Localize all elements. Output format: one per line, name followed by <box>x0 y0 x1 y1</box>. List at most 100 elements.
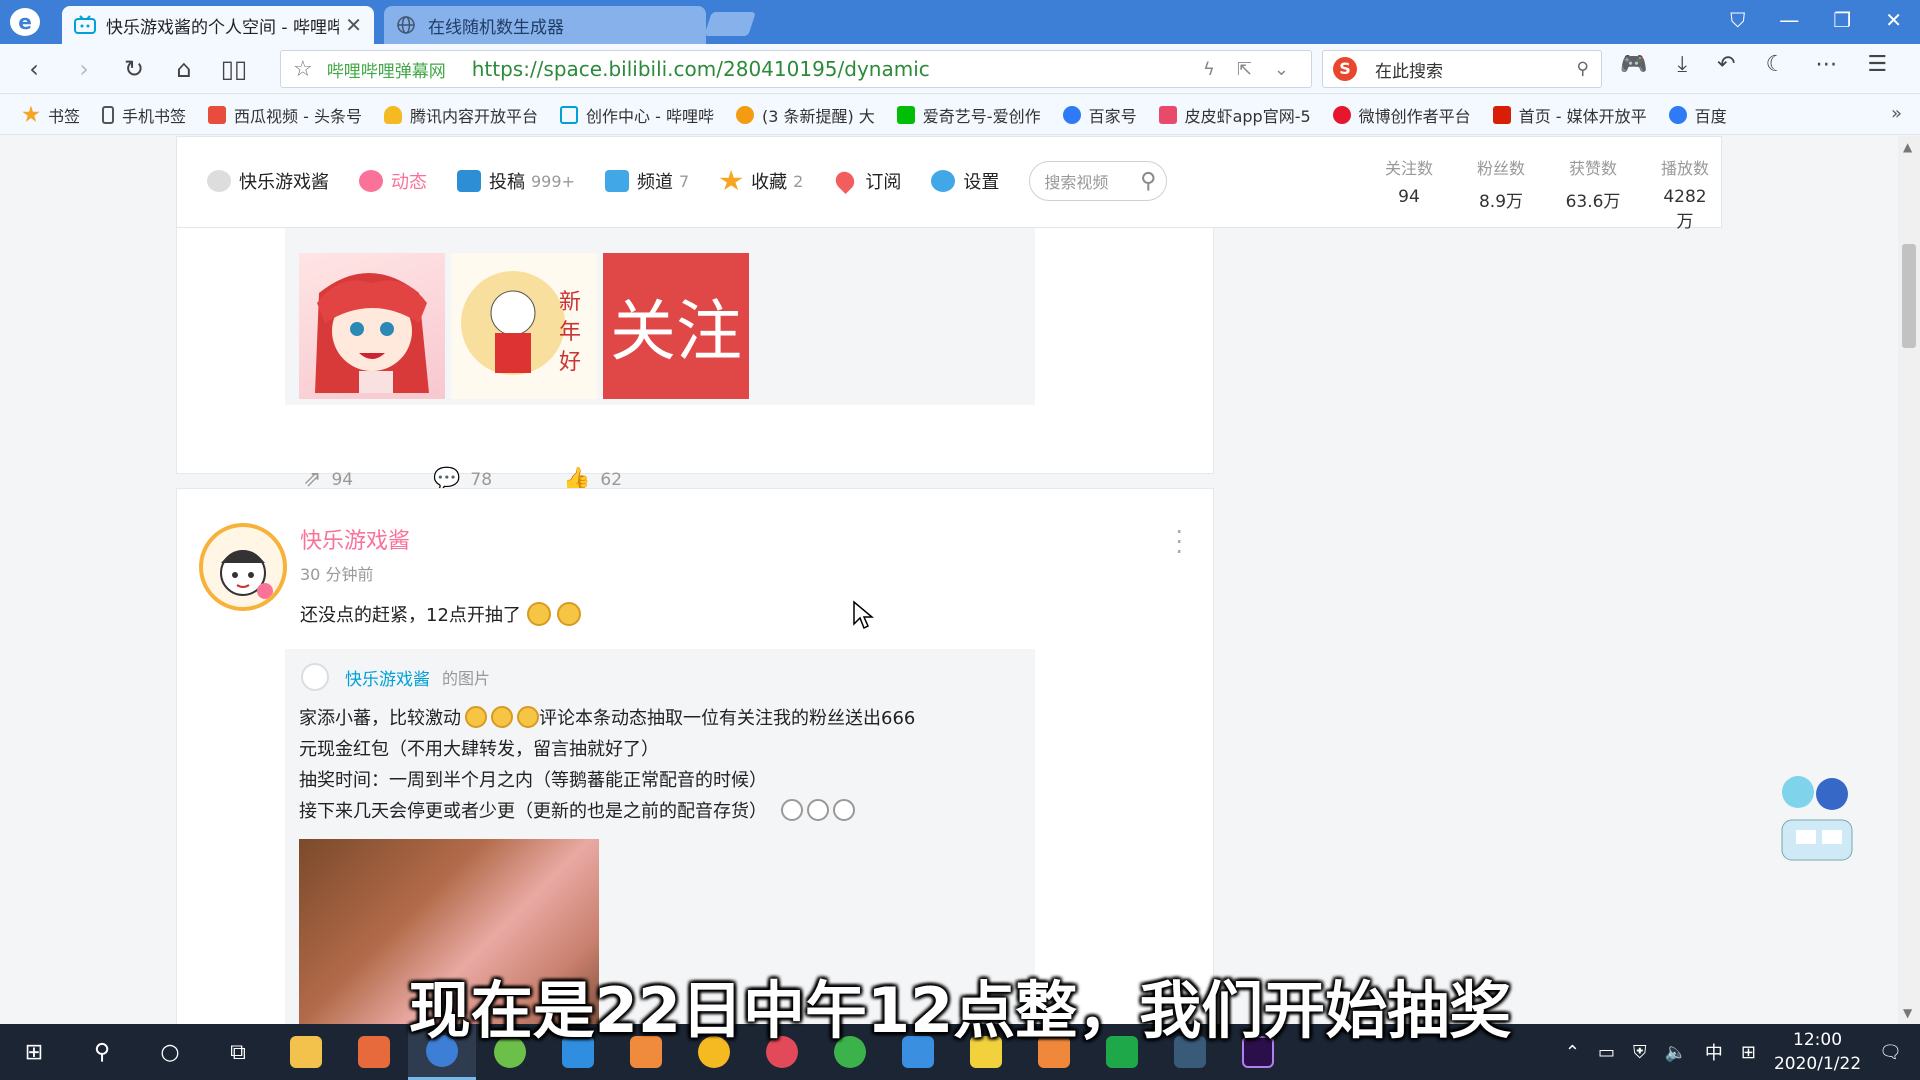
heart-icon <box>832 167 859 195</box>
shirt-skin-icon[interactable]: ⛉ <box>1730 8 1745 32</box>
repost-text: 家添小蕃，比较激动 评论本条动态抽取一位有关注我的粉丝送出666 元现金红包（不用… <box>299 706 916 822</box>
emoji-grin-icon <box>833 799 855 821</box>
download-icon[interactable]: ⤓ <box>1677 52 1687 77</box>
browser-logo-icon[interactable]: e <box>10 8 40 36</box>
bookmark-item[interactable]: 微博创作者平台 <box>1332 103 1471 127</box>
bookmark-item[interactable]: 西瓜视频 - 头条号 <box>208 103 362 127</box>
svg-text:新: 新 <box>559 290 581 315</box>
bookmarks-overflow-icon[interactable]: » <box>1891 103 1902 124</box>
tab-close-icon[interactable]: ✕ <box>345 13 362 37</box>
bookmark-item[interactable]: 书签 <box>22 103 80 127</box>
bookmark-item[interactable]: 首页 - 媒体开放平 <box>1492 103 1647 127</box>
bookmarks-bar: 书签 手机书签 西瓜视频 - 头条号 腾讯内容开放平台 创作中心 - 哔哩哔 (… <box>0 95 1920 135</box>
lightning-icon[interactable]: ϟ <box>1203 59 1215 80</box>
sticker-anime-girl-image[interactable] <box>299 253 445 399</box>
tab-bilibili-space[interactable]: 快乐游戏酱的个人空间 - 哔哩哔 ✕ <box>62 6 374 44</box>
search-icon[interactable]: ⚲ <box>1140 169 1156 194</box>
baidu-paw-icon <box>1062 105 1081 124</box>
avatar[interactable] <box>199 523 287 611</box>
toutiao-icon <box>1492 105 1511 124</box>
toolbar-right: 🎮 ⤓ ↶ ☾ ⋯ ☰ <box>1620 52 1887 77</box>
search-box[interactable]: S 在此搜索 ⚲ <box>1322 50 1602 88</box>
address-bar[interactable]: ☆ 哔哩哔哩弹幕网 https://space.bilibili.com/280… <box>280 50 1312 88</box>
navigation-bar: ‹ › ↻ ⌂ ▯▯ ☆ 哔哩哔哩弹幕网 https://space.bilib… <box>0 44 1920 94</box>
scrollbar-thumb[interactable] <box>1902 244 1916 348</box>
tab-random-number[interactable]: 在线随机数生成器 <box>384 6 706 44</box>
tencent-icon <box>383 105 402 124</box>
globe-icon <box>396 15 418 35</box>
nav-uploads[interactable]: 投稿 999+ <box>457 168 575 194</box>
stat-following[interactable]: 关注数 94 <box>1381 155 1437 232</box>
undo-icon[interactable]: ↶ <box>1717 52 1735 77</box>
share-icon[interactable]: ⇱ <box>1237 59 1252 80</box>
refresh-icon[interactable]: ↻ <box>118 53 150 85</box>
home-icon[interactable]: ⌂ <box>168 53 200 85</box>
sticker-new-year-image[interactable]: 新年好 <box>451 253 597 399</box>
page-scrollbar[interactable]: ▲ ▼ <box>1898 136 1920 1024</box>
bilibili-mascot-image[interactable] <box>1772 770 1864 870</box>
forward-icon[interactable]: › <box>68 53 100 85</box>
gamepad-icon[interactable]: 🎮 <box>1620 52 1647 77</box>
dynamic-icon <box>359 170 383 192</box>
space-header: 快乐游戏酱 动态 投稿 999+ 频道 7 收藏 2 订阅 设置 搜索视频 ⚲ … <box>176 136 1722 232</box>
avatar[interactable] <box>301 663 329 691</box>
bookmark-item[interactable]: 腾讯内容开放平台 <box>383 103 538 127</box>
stat-followers[interactable]: 粉丝数 8.9万 <box>1473 155 1529 232</box>
mouse-cursor-icon <box>852 600 875 630</box>
bookmark-item[interactable]: 创作中心 - 哔哩哔 <box>560 103 714 127</box>
emoji-grin-icon <box>807 799 829 821</box>
search-icon[interactable]: ⚲ <box>1577 59 1589 79</box>
page-content: 快乐游戏酱 动态 投稿 999+ 频道 7 收藏 2 订阅 设置 搜索视频 ⚲ … <box>0 136 1920 1024</box>
post-text: 还没点的赶紧，12点开抽了 <box>300 601 581 627</box>
scroll-up-icon[interactable]: ▲ <box>1903 140 1912 154</box>
search-input[interactable]: 在此搜索 <box>1375 57 1577 82</box>
repost-author[interactable]: 快乐游戏酱 <box>345 665 430 690</box>
post-author[interactable]: 快乐游戏酱 <box>300 523 410 555</box>
url-text[interactable]: https://space.bilibili.com/280410195/dyn… <box>472 57 1203 81</box>
nav-subscriptions[interactable]: 订阅 <box>832 167 901 195</box>
bookmark-item[interactable]: 手机书签 <box>102 103 186 127</box>
sogou-search-icon[interactable]: S <box>1333 57 1357 81</box>
nav-settings[interactable]: 设置 <box>931 168 999 194</box>
space-user[interactable]: 快乐游戏酱 <box>207 168 329 194</box>
repost-header: 快乐游戏酱 的图片 <box>301 663 490 691</box>
new-tab-button[interactable] <box>704 12 756 36</box>
channel-icon <box>604 170 629 192</box>
baidu-paw-icon <box>1668 105 1687 124</box>
pipixia-icon <box>1158 105 1177 124</box>
sticker-follow-image[interactable]: 关注 <box>603 253 749 399</box>
nav-dynamic[interactable]: 动态 <box>359 168 427 194</box>
avatar-icon <box>207 170 231 192</box>
tab-label: 快乐游戏酱的个人空间 - 哔哩哔 <box>106 17 340 38</box>
close-window-icon[interactable]: ✕ <box>1885 8 1902 32</box>
more-icon[interactable]: ⋯ <box>1815 52 1837 77</box>
space-nav: 快乐游戏酱 动态 投稿 999+ 频道 7 收藏 2 订阅 设置 搜索视频 ⚲ <box>207 161 1168 201</box>
bookmark-star-icon[interactable]: ☆ <box>293 57 313 82</box>
emoji-cat-icon <box>526 602 551 626</box>
video-search-input[interactable]: 搜索视频 ⚲ <box>1029 161 1168 201</box>
emoji-cat-icon <box>517 706 539 728</box>
bookmark-item[interactable]: 皮皮虾app官网-5 <box>1158 103 1311 127</box>
nav-channels[interactable]: 频道 7 <box>604 168 689 194</box>
restore-icon[interactable]: ❐ <box>1833 8 1851 32</box>
bookmark-item[interactable]: 百家号 <box>1062 103 1137 127</box>
bookmark-item[interactable]: 爱奇艺号-爱创作 <box>896 103 1041 127</box>
iqiyi-icon <box>896 105 915 124</box>
gear-icon <box>931 170 956 192</box>
more-options-icon[interactable]: · · · <box>1175 520 1183 564</box>
bookmark-item[interactable]: (3 条新提醒) 大 <box>735 103 875 127</box>
weibo-icon <box>1332 105 1351 124</box>
upload-icon <box>457 170 481 192</box>
bookmark-item[interactable]: 百度 <box>1668 103 1727 127</box>
menu-icon[interactable]: ☰ <box>1867 52 1887 77</box>
phone-icon <box>102 105 115 124</box>
back-icon[interactable]: ‹ <box>18 53 50 85</box>
nav-favorites[interactable]: 收藏 2 <box>719 168 803 194</box>
minimize-icon[interactable]: — <box>1779 8 1799 32</box>
emoji-grin-icon <box>781 799 803 821</box>
night-mode-icon[interactable]: ☾ <box>1766 52 1786 77</box>
video-subtitle: 现在是22日中午12点整，我们开始抽奖 <box>408 974 1512 1047</box>
reading-mode-icon[interactable]: ▯▯ <box>218 53 250 85</box>
bilibili-tv-icon <box>560 105 578 124</box>
chevron-down-icon[interactable]: ⌄ <box>1274 59 1289 80</box>
